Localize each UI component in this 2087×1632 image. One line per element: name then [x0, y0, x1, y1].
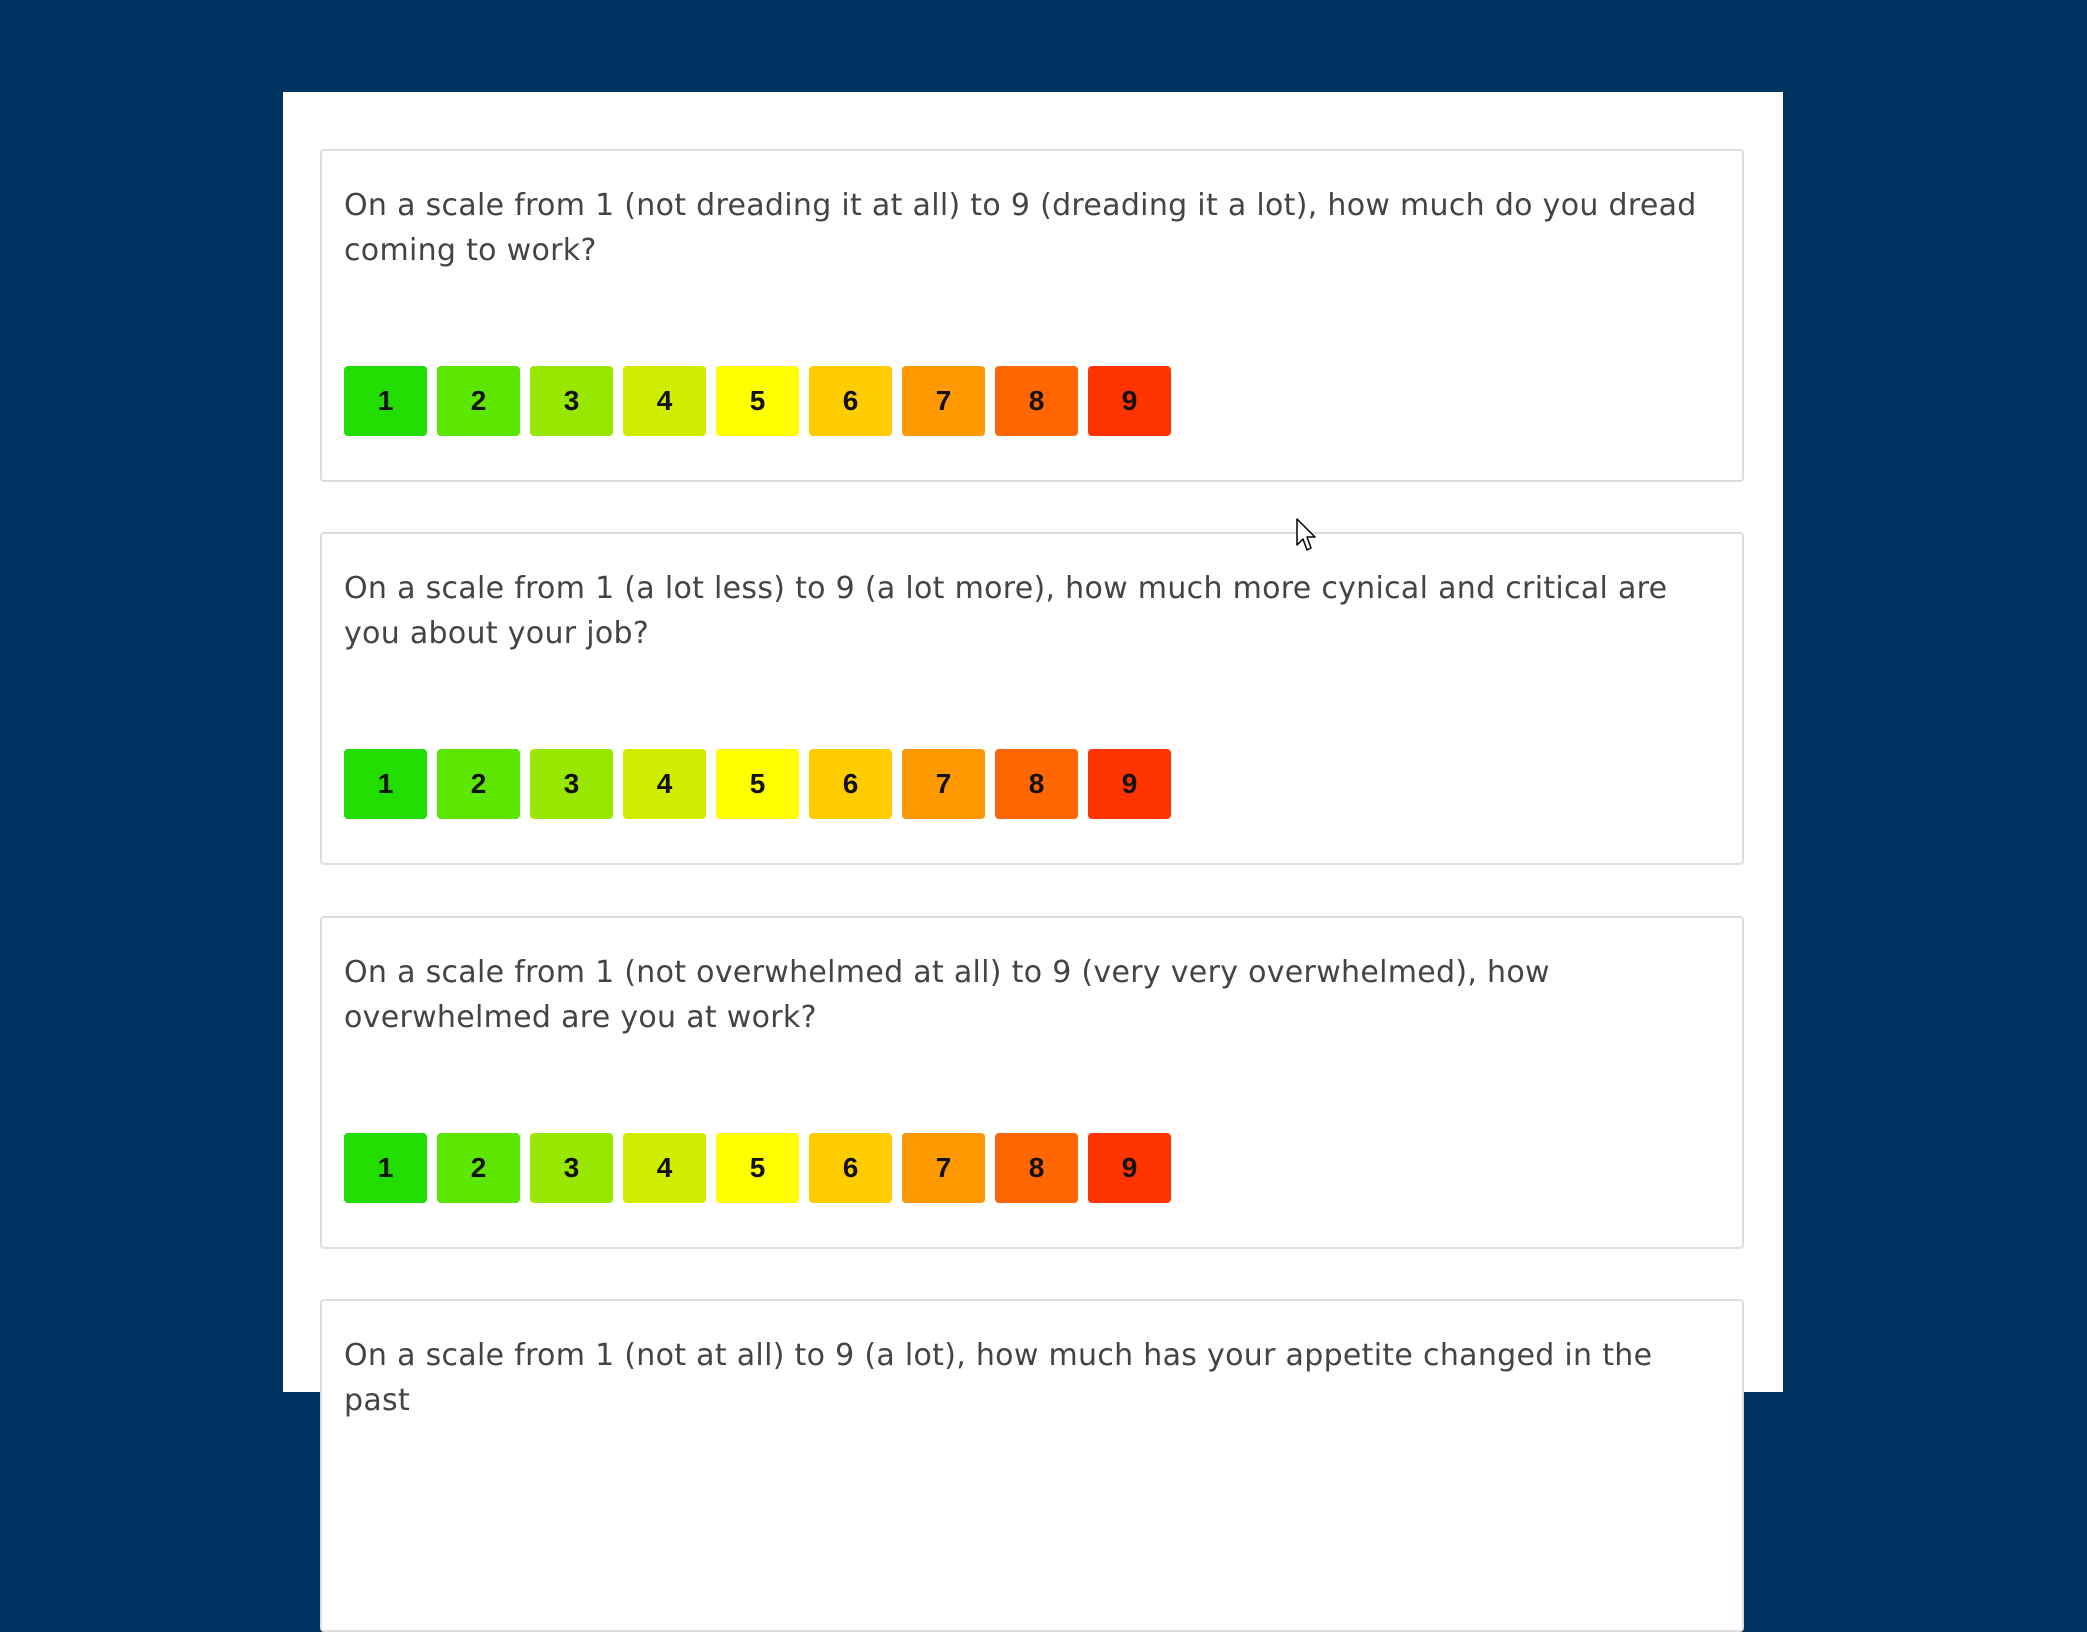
- rating-button-6[interactable]: 6: [809, 366, 892, 436]
- rating-button-2[interactable]: 2: [437, 366, 520, 436]
- question-card-2: On a scale from 1 (a lot less) to 9 (a l…: [320, 532, 1744, 865]
- arrow-pointer-icon: [1296, 518, 1316, 551]
- question-card-4: On a scale from 1 (not at all) to 9 (a l…: [320, 1299, 1744, 1632]
- rating-scale: 1 2 3 4 5 6 7 8 9: [344, 749, 1171, 819]
- question-card-1: On a scale from 1 (not dreading it at al…: [320, 149, 1744, 482]
- rating-button-7[interactable]: 7: [902, 1133, 985, 1203]
- rating-button-5[interactable]: 5: [716, 1133, 799, 1203]
- rating-button-7[interactable]: 7: [902, 366, 985, 436]
- rating-button-3[interactable]: 3: [530, 1133, 613, 1203]
- question-text: On a scale from 1 (not overwhelmed at al…: [344, 955, 1550, 1035]
- question-card-3: On a scale from 1 (not overwhelmed at al…: [320, 916, 1744, 1249]
- rating-button-7[interactable]: 7: [902, 749, 985, 819]
- rating-button-3[interactable]: 3: [530, 749, 613, 819]
- rating-scale: 1 2 3 4 5 6 7 8 9: [344, 1133, 1171, 1203]
- rating-button-5[interactable]: 5: [716, 749, 799, 819]
- rating-button-6[interactable]: 6: [809, 749, 892, 819]
- question-text: On a scale from 1 (a lot less) to 9 (a l…: [344, 571, 1668, 651]
- rating-button-9[interactable]: 9: [1088, 366, 1171, 436]
- rating-button-2[interactable]: 2: [437, 1133, 520, 1203]
- rating-button-8[interactable]: 8: [995, 749, 1078, 819]
- rating-button-8[interactable]: 8: [995, 366, 1078, 436]
- rating-button-2[interactable]: 2: [437, 749, 520, 819]
- rating-button-5[interactable]: 5: [716, 366, 799, 436]
- rating-button-3[interactable]: 3: [530, 366, 613, 436]
- question-text: On a scale from 1 (not dreading it at al…: [344, 188, 1697, 268]
- rating-button-8[interactable]: 8: [995, 1133, 1078, 1203]
- question-text: On a scale from 1 (not at all) to 9 (a l…: [344, 1338, 1653, 1418]
- rating-button-4[interactable]: 4: [623, 366, 706, 436]
- rating-scale: 1 2 3 4 5 6 7 8 9: [344, 366, 1171, 436]
- survey-page: On a scale from 1 (not dreading it at al…: [283, 92, 1783, 1632]
- rating-button-4[interactable]: 4: [623, 1133, 706, 1203]
- rating-button-1[interactable]: 1: [344, 366, 427, 436]
- rating-button-1[interactable]: 1: [344, 749, 427, 819]
- rating-button-9[interactable]: 9: [1088, 1133, 1171, 1203]
- rating-button-6[interactable]: 6: [809, 1133, 892, 1203]
- rating-button-9[interactable]: 9: [1088, 749, 1171, 819]
- rating-button-1[interactable]: 1: [344, 1133, 427, 1203]
- rating-button-4[interactable]: 4: [623, 749, 706, 819]
